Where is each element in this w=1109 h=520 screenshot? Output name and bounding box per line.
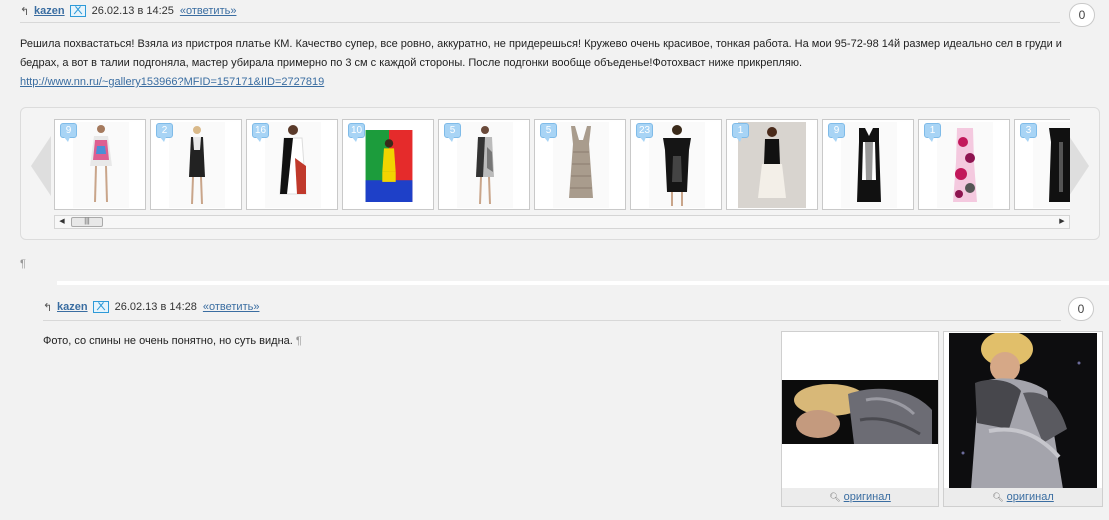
comment-count-badge: 10 xyxy=(348,123,366,142)
mail-icon[interactable] xyxy=(92,301,109,313)
comment-count-badge: 1 xyxy=(732,123,749,142)
magnifier-icon: 🔍︎ xyxy=(992,492,1004,502)
gallery-thumb[interactable]: 5 xyxy=(438,119,530,210)
comment-count-badge: 3 xyxy=(1020,123,1037,142)
comment-count-badge: 2 xyxy=(156,123,173,142)
gallery-scrollbar[interactable]: ◀ ||| ▶ xyxy=(54,215,1070,229)
gallery-thumb[interactable]: 2 xyxy=(150,119,242,210)
author-link[interactable]: kazen xyxy=(57,301,88,313)
comment-2-header: ↰ kazen 26.02.13 в 14:28 «ответить» xyxy=(43,299,259,315)
gallery-link[interactable]: http://www.nn.ru/~gallery153966?MFID=157… xyxy=(20,76,324,88)
reply-link[interactable]: «ответить» xyxy=(203,301,260,313)
rating-counter[interactable]: 0 xyxy=(1068,297,1094,321)
gallery-thumb[interactable]: 10 xyxy=(342,119,434,210)
dress-image xyxy=(553,122,609,208)
dress-image xyxy=(937,122,993,208)
photo-caption: 🔍︎ оригинал xyxy=(782,488,938,506)
pilcrow-mark: ¶ xyxy=(295,335,302,347)
magnifier-icon: 🔍︎ xyxy=(829,492,841,502)
dress-image xyxy=(265,122,321,208)
comment-count-badge: 16 xyxy=(252,123,270,142)
reply-arrow-icon: ↰ xyxy=(20,5,30,18)
photo-image xyxy=(782,380,938,444)
dress-image xyxy=(73,122,129,208)
comment-text-line: бедрах, а вот в талии подгоняла, мастер … xyxy=(20,57,803,69)
reply-link[interactable]: «ответить» xyxy=(180,5,237,17)
dress-image xyxy=(365,130,413,202)
gallery-thumb[interactable]: 16 xyxy=(246,119,338,210)
comment-count-badge: 1 xyxy=(924,123,941,142)
comment-separator xyxy=(57,281,1109,285)
comment-date: 26.02.13 в 14:25 xyxy=(91,5,174,17)
dress-image xyxy=(649,122,705,208)
gallery-thumb[interactable]: 1 xyxy=(918,119,1010,210)
comment-count-badge: 23 xyxy=(636,123,654,142)
comment-1-header: ↰ kazen 26.02.13 в 14:25 «ответить» xyxy=(20,3,236,19)
comment-2-text: Фото, со спины не очень понятно, но суть… xyxy=(43,332,302,351)
scroll-right-icon[interactable]: ▶ xyxy=(1055,216,1069,228)
photo-image xyxy=(949,333,1097,489)
scrollbar-thumb[interactable]: ||| xyxy=(71,217,103,227)
dress-image xyxy=(1033,122,1070,208)
dress-image xyxy=(169,122,225,208)
comment-count-badge: 5 xyxy=(540,123,557,142)
comment-text-line: Фото, со спины не очень понятно, но суть… xyxy=(43,335,293,347)
rating-counter[interactable]: 0 xyxy=(1069,3,1095,27)
gallery-thumb[interactable]: 3 xyxy=(1014,119,1070,210)
header-divider xyxy=(20,22,1060,23)
header-divider xyxy=(43,320,1061,321)
dress-image xyxy=(841,122,897,208)
comment-1-text: Решила похвастаться! Взяла из пристроя п… xyxy=(20,35,1100,92)
gallery-thumbs: 9 2 16 10 5 5 23 1 9 1 3 xyxy=(54,119,1070,211)
gallery-thumb[interactable]: 9 xyxy=(54,119,146,210)
gallery-thumb[interactable]: 5 xyxy=(534,119,626,210)
mail-icon[interactable] xyxy=(69,5,86,17)
reply-arrow-icon: ↰ xyxy=(43,301,53,314)
scroll-left-icon[interactable]: ◀ xyxy=(55,216,69,228)
author-link[interactable]: kazen xyxy=(34,5,65,17)
gallery-thumb[interactable]: 1 xyxy=(726,119,818,210)
comment-count-badge: 9 xyxy=(828,123,845,142)
comment-date: 26.02.13 в 14:28 xyxy=(114,301,197,313)
comment-text-line: Решила похвастаться! Взяла из пристроя п… xyxy=(20,38,1062,50)
gallery-thumb[interactable]: 23 xyxy=(630,119,722,210)
photo-gallery: 9 2 16 10 5 5 23 1 9 1 3 ◀ ||| ▶ xyxy=(20,107,1100,240)
gallery-prev-arrow-icon[interactable] xyxy=(31,136,51,196)
original-photo-link[interactable]: оригинал xyxy=(844,491,891,503)
comment-count-badge: 9 xyxy=(60,123,77,142)
photo-caption: 🔍︎ оригинал xyxy=(944,488,1102,506)
attached-photo[interactable]: 🔍︎ оригинал xyxy=(943,331,1103,507)
dress-image xyxy=(457,122,513,208)
original-photo-link[interactable]: оригинал xyxy=(1007,491,1054,503)
attached-photo[interactable]: 🔍︎ оригинал xyxy=(781,331,939,507)
gallery-next-arrow-icon[interactable] xyxy=(1069,136,1089,196)
pilcrow-mark: ¶ xyxy=(20,258,26,270)
comment-count-badge: 5 xyxy=(444,123,461,142)
gallery-thumb[interactable]: 9 xyxy=(822,119,914,210)
